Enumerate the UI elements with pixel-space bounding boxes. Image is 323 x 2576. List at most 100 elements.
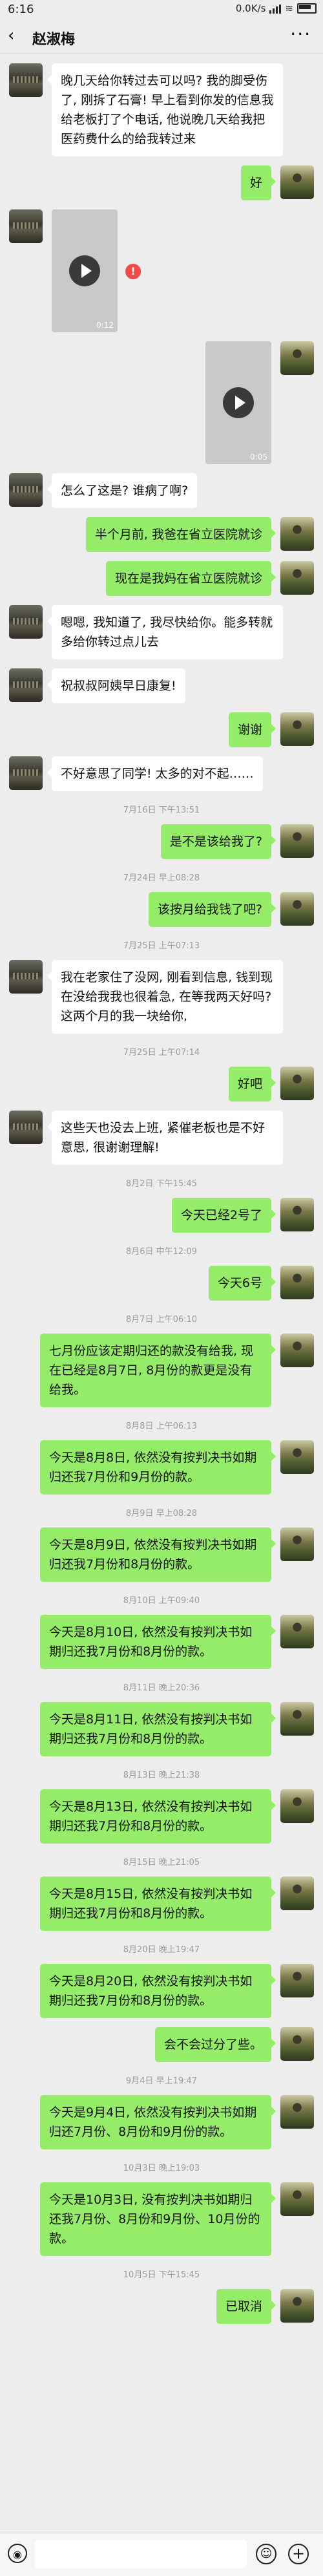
timestamp: 10月5日 下午15:45 [123,2270,200,2280]
message-row: 今天是8月13日, 依然没有按判决书如期归还我7月份和8月份的款。 [9,1789,314,1844]
message-bubble[interactable]: 这些天也没去上班, 紧催老板也是不好意思, 很谢谢理解! [47,1111,283,1165]
message-bubble[interactable]: 今天是8月8日, 依然没有按判决书如期归还我7月份和9月份的款。 [40,1440,276,1495]
message-bubble[interactable]: 怎么了这是? 谁病了啊? [47,473,198,508]
message-bubble[interactable]: 会不会过分了些。 [154,2027,276,2062]
play-icon[interactable] [223,387,254,418]
contact-avatar[interactable] [9,668,43,702]
message-row: 0:05 [9,341,314,464]
chat-title: 赵淑梅 [32,32,76,48]
message-bubble[interactable]: 今天是8月15日, 依然没有按判决书如期归还我7月份和8月份的款。 [40,1877,276,1931]
timestamp: 10月3日 晚上19:03 [123,2164,200,2173]
voice-icon[interactable]: ◉ [8,2544,27,2563]
timestamp: 8月20日 晚上19:47 [123,1945,200,1955]
message-row: 晚几天给你转过去可以吗? 我的脚受伤了, 刚拆了石膏! 早上看到你发的信息我给老… [9,63,314,156]
plus-icon[interactable]: + [288,2544,309,2564]
message-bubble[interactable]: 今天是8月13日, 依然没有按判决书如期归还我7月份和8月份的款。 [40,1789,276,1844]
message-row: 七月份应该定期归还的款没有给我, 现在已经是8月7日, 8月份的款更是没有给我。 [9,1334,314,1407]
my-avatar[interactable] [280,892,314,926]
timestamp: 9月4日 早上19:47 [125,2076,198,2086]
message-bubble[interactable]: 今天是8月20日, 依然没有按判决书如期归还我7月份和8月份的款。 [40,1964,276,2018]
message-bubble[interactable]: 晚几天给你转过去可以吗? 我的脚受伤了, 刚拆了石膏! 早上看到你发的信息我给老… [47,63,283,156]
more-button[interactable]: ··· [290,23,311,45]
status-right: 0.0K/s ≋ [236,3,317,14]
message-bubble[interactable]: 今天6号 [208,1266,276,1301]
my-avatar[interactable] [280,824,314,858]
contact-avatar[interactable] [9,960,43,994]
message-bubble[interactable]: 已取消 [216,2289,276,2324]
error-icon[interactable]: ! [125,264,141,279]
back-button[interactable]: ‹ [8,26,14,45]
my-avatar[interactable] [280,2289,314,2323]
battery-icon [297,3,317,14]
message-row: 今天已经2号了 [9,1198,314,1233]
contact-avatar[interactable] [9,473,43,507]
contact-avatar[interactable] [9,605,43,639]
my-avatar[interactable] [280,1877,314,1910]
my-avatar[interactable] [280,1789,314,1823]
message-row: 今天是8月10日, 依然没有按判决书如期归还我7月份和8月份的款。 [9,1615,314,1669]
message-row: 今天是8月20日, 依然没有按判决书如期归还我7月份和8月份的款。 [9,1964,314,2018]
timestamp: 8月2日 下午15:45 [125,1179,198,1189]
my-avatar[interactable] [280,517,314,551]
my-avatar[interactable] [280,1615,314,1648]
message-input[interactable] [35,2540,247,2568]
message-row: 今天是8月9日, 依然没有按判决书如期归还我7月份和8月份的款。 [9,1528,314,1582]
my-avatar[interactable] [280,561,314,595]
chat-header: ‹ 赵淑梅 ··· [0,19,323,54]
my-avatar[interactable] [280,2095,314,2129]
message-bubble[interactable]: 好 [240,165,276,200]
contact-avatar[interactable] [9,63,43,97]
message-bubble[interactable]: 七月份应该定期归还的款没有给我, 现在已经是8月7日, 8月份的款更是没有给我。 [40,1334,276,1407]
my-avatar[interactable] [280,1266,314,1299]
message-list[interactable]: 晚几天给你转过去可以吗? 我的脚受伤了, 刚拆了石膏! 早上看到你发的信息我给老… [0,54,323,2389]
my-avatar[interactable] [280,1964,314,1997]
my-avatar[interactable] [280,1528,314,1561]
my-avatar[interactable] [280,2027,314,2061]
video-message[interactable]: 0:05 [205,341,271,464]
message-bubble[interactable]: 嗯嗯, 我知道了, 我尽快给你。能多转就多给你转过点儿去 [47,605,283,659]
message-bubble[interactable]: 我在老家住了没网, 刚看到信息, 钱到现在没给我我也很着急, 在等我两天好吗? … [47,960,283,1034]
my-avatar[interactable] [280,1334,314,1367]
timestamp: 8月9日 早上08:28 [125,1509,198,1518]
my-avatar[interactable] [280,1440,314,1474]
timestamp: 8月10日 上午09:40 [123,1596,200,1606]
message-bubble[interactable]: 谢谢 [228,712,276,747]
emoji-icon[interactable]: ☺ [256,2544,276,2564]
message-bubble[interactable]: 祝叔叔阿姨早日康复! [47,668,185,703]
network-speed: 0.0K/s [235,3,266,14]
my-avatar[interactable] [280,165,314,199]
message-bubble[interactable]: 是不是该给我了? [160,824,276,859]
my-avatar[interactable] [280,2182,314,2216]
contact-avatar[interactable] [9,756,43,790]
timestamp: 8月15日 晚上21:05 [123,1858,200,1868]
message-row: 祝叔叔阿姨早日康复! [9,668,314,703]
signal-icon [269,3,282,14]
message-row: 今天是8月15日, 依然没有按判决书如期归还我7月份和8月份的款。 [9,1877,314,1931]
my-avatar[interactable] [280,341,314,375]
video-message[interactable]: 0:12 [52,209,118,332]
message-bubble[interactable]: 今天是8月11日, 依然没有按判决书如期归还我7月份和8月份的款。 [40,1702,276,1756]
my-avatar[interactable] [280,1067,314,1100]
message-row: 是不是该给我了? [9,824,314,859]
my-avatar[interactable] [280,712,314,746]
message-bubble[interactable]: 今天是9月4日, 依然没有按判决书如期归还7月份、8月份和9月份的款。 [40,2095,276,2149]
message-row: 今天是10月3日, 没有按判决书如期归还我7月份、8月份和9月份、10月份的款。 [9,2182,314,2256]
message-bubble[interactable]: 今天是10月3日, 没有按判决书如期归还我7月份、8月份和9月份、10月份的款。 [40,2182,276,2256]
contact-avatar[interactable] [9,1111,43,1144]
message-bubble[interactable]: 今天是8月9日, 依然没有按判决书如期归还我7月份和8月份的款。 [40,1528,276,1582]
my-avatar[interactable] [280,1702,314,1736]
my-avatar[interactable] [280,1198,314,1231]
contact-avatar[interactable] [9,209,43,243]
timestamp: 8月7日 上午06:10 [125,1315,198,1325]
timestamp: 8月6日 中午12:09 [125,1247,198,1257]
message-row: 现在是我妈在省立医院就诊 [9,561,314,596]
message-bubble[interactable]: 今天是8月10日, 依然没有按判决书如期归还我7月份和8月份的款。 [40,1615,276,1669]
message-bubble[interactable]: 好吧 [228,1067,276,1102]
message-bubble[interactable]: 该按月给我钱了吧? [148,892,276,927]
message-row: 我在老家住了没网, 刚看到信息, 钱到现在没给我我也很着急, 在等我两天好吗? … [9,960,314,1034]
message-bubble[interactable]: 半个月前, 我爸在省立医院就诊 [85,517,276,552]
play-icon[interactable] [69,255,100,286]
message-bubble[interactable]: 今天已经2号了 [171,1198,276,1233]
message-bubble[interactable]: 现在是我妈在省立医院就诊 [105,561,276,596]
message-bubble[interactable]: 不好意思了同学! 太多的对不起…… [47,756,263,791]
